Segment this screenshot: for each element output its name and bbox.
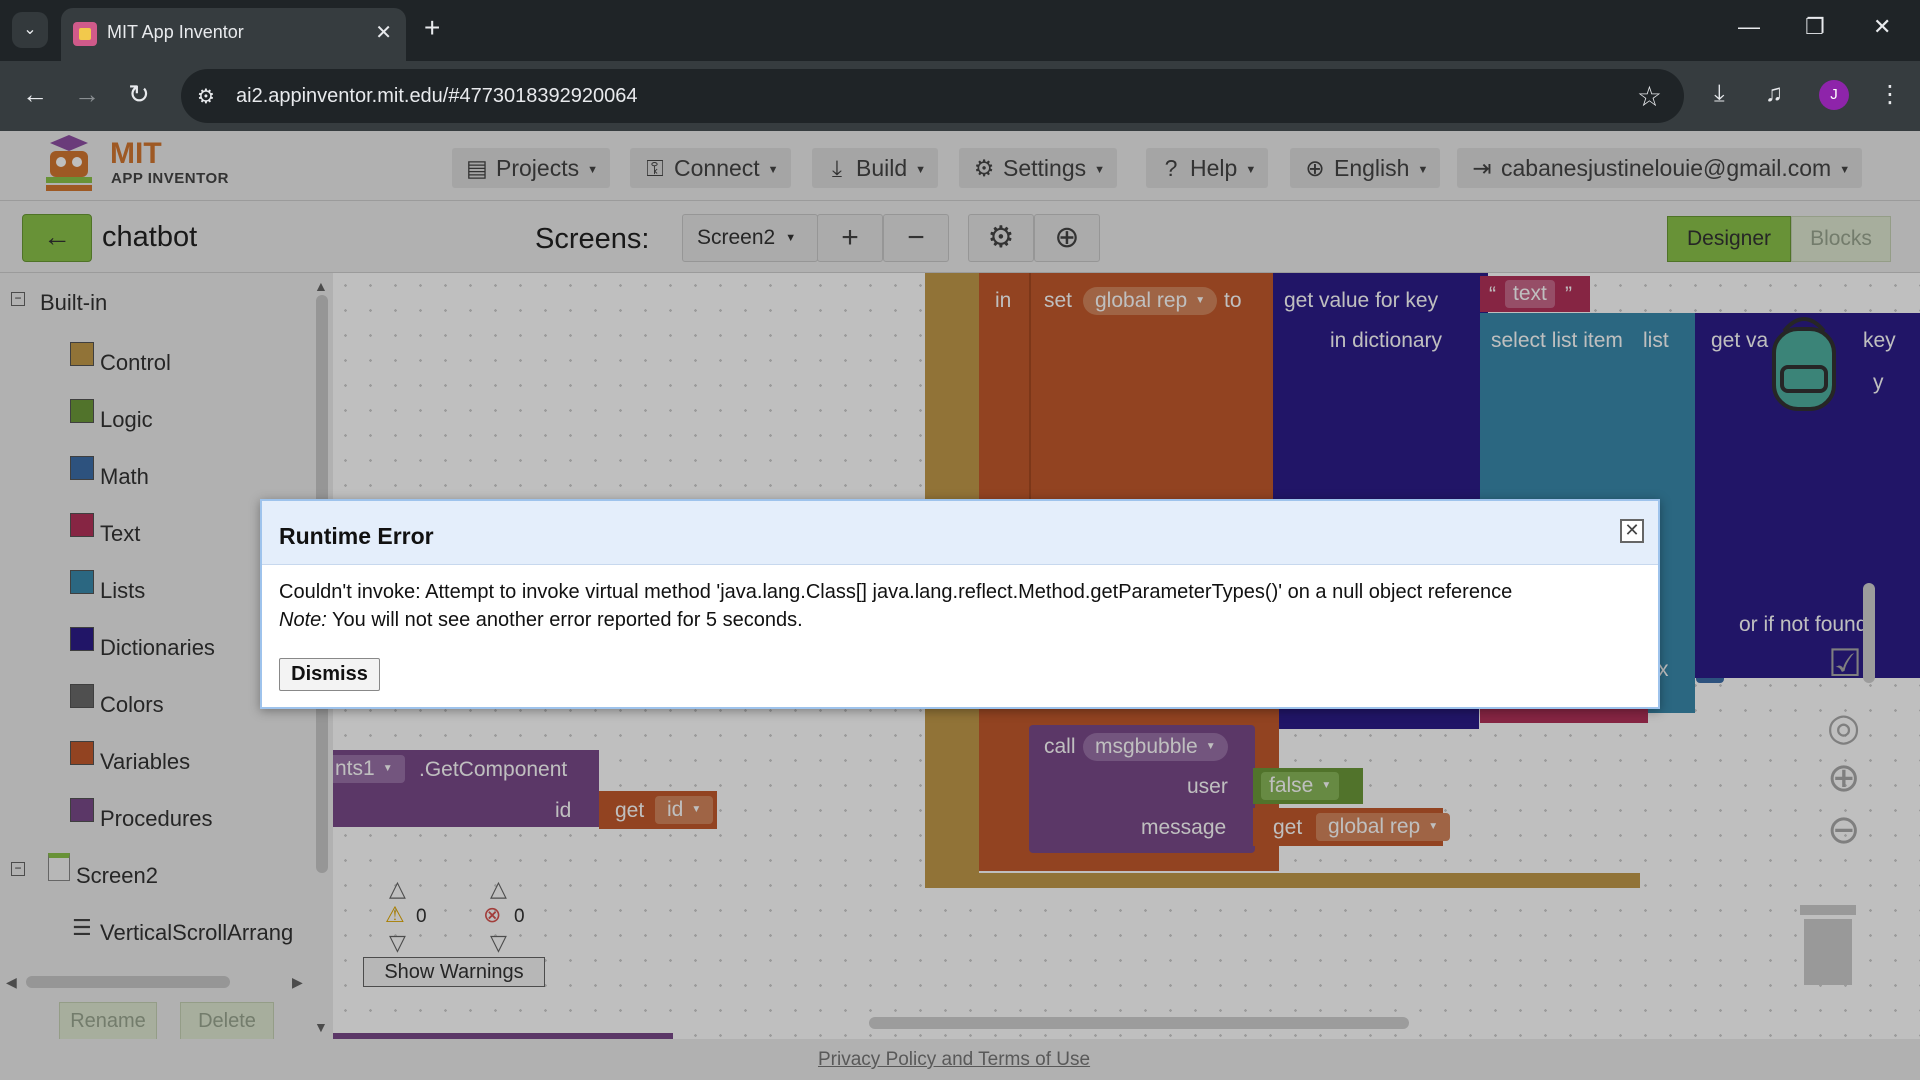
app-inventor-favicon-icon [73, 22, 97, 46]
dialog-title: Runtime Error [279, 523, 434, 549]
forward-arrow-icon[interactable]: → [74, 80, 100, 108]
media-control-icon[interactable]: ♫ [1765, 80, 1783, 108]
reload-icon[interactable]: ↻ [128, 80, 150, 108]
close-icon[interactable]: ✕ [1620, 519, 1644, 543]
dismiss-button[interactable]: Dismiss [279, 658, 380, 691]
download-icon[interactable]: ⤓ [1714, 80, 1725, 108]
runtime-error-dialog: Runtime Error ✕ Couldn't invoke: Attempt… [260, 499, 1660, 709]
window-close-icon[interactable]: ✕ [1873, 14, 1891, 40]
error-note: Note: You will not see another error rep… [279, 609, 803, 632]
profile-avatar[interactable]: J [1819, 80, 1849, 110]
note-label: Note: [279, 609, 327, 631]
omnibox[interactable]: ⚙ ai2.appinventor.mit.edu/#4773018392920… [181, 69, 1684, 123]
error-message: Couldn't invoke: Attempt to invoke virtu… [279, 581, 1513, 603]
back-arrow-icon[interactable]: ← [22, 80, 48, 108]
browser-menu-icon[interactable]: ⋮ [1878, 80, 1902, 109]
restore-icon[interactable]: ❐ [1805, 14, 1825, 40]
site-info-icon[interactable]: ⚙ [197, 84, 215, 109]
url-text[interactable]: ai2.appinventor.mit.edu/#477301839292006… [236, 85, 637, 108]
tab-title: MIT App Inventor [107, 22, 244, 42]
tab-close-icon[interactable]: ✕ [375, 20, 392, 45]
minimize-icon[interactable]: — [1738, 14, 1760, 40]
new-tab-icon[interactable]: + [424, 14, 440, 42]
browser-address-bar: ← → ↻ ⚙ ai2.appinventor.mit.edu/#4773018… [0, 61, 1920, 131]
dialog-header: Runtime Error ✕ [262, 501, 1658, 565]
bookmark-star-icon[interactable]: ☆ [1637, 80, 1662, 113]
tab-search-button[interactable]: ⌄ [12, 12, 48, 48]
browser-tab-bar: ⌄ MIT App Inventor ✕ + — ❐ ✕ [0, 0, 1920, 61]
note-text: You will not see another error reported … [326, 609, 803, 631]
browser-tab[interactable]: MIT App Inventor ✕ [61, 8, 406, 61]
